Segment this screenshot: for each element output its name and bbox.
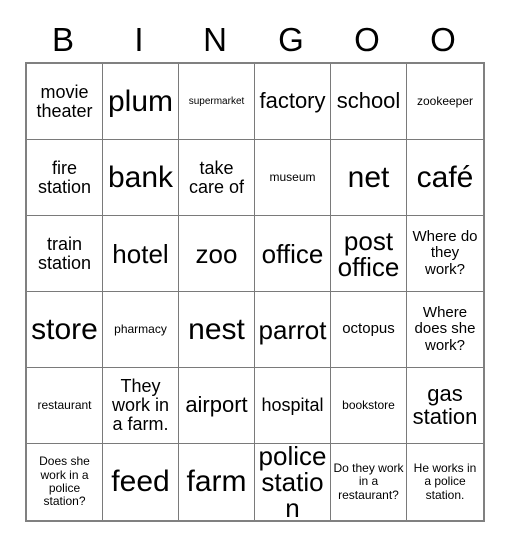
bingo-cell[interactable]: zoo [179,216,255,292]
bingo-cell[interactable]: nest [179,292,255,368]
bingo-cell[interactable]: airport [179,368,255,444]
bingo-cell-label: Where do they work? [412,228,478,278]
bingo-cell-label: post office [337,225,400,282]
bingo-cell[interactable]: Do they work in a restaurant? [331,444,407,520]
bingo-cell-label: café [416,160,474,194]
bingo-cell-label: zoo [195,238,238,269]
bingo-cell-label: train station [37,233,92,273]
bingo-cell-label: Where does she work? [414,304,476,354]
bingo-cell[interactable]: net [331,140,407,216]
bingo-cell-label: plum [107,84,174,118]
bingo-cell-label: bank [107,160,174,194]
bingo-header-letter: N [203,21,227,58]
bingo-cell-label: fire station [37,157,92,197]
bingo-header-letter: I [134,21,144,58]
bingo-cell-label: net [347,160,390,194]
bingo-cell[interactable]: octopus [331,292,407,368]
bingo-cell-label: bookstore [342,397,395,412]
bingo-cell[interactable]: Does she work in a police station? [27,444,103,520]
bingo-cell[interactable]: museum [255,140,331,216]
bingo-cell-label: hotel [112,238,169,269]
bingo-cell-label: factory [259,88,326,114]
bingo-cell[interactable]: Where do they work? [407,216,483,292]
bingo-cell[interactable]: store [27,292,103,368]
bingo-cell[interactable]: pharmacy [103,292,179,368]
bingo-cell-label: school [336,88,401,114]
bingo-cell-label: octopus [342,320,395,338]
bingo-cell-label: airport [185,392,248,418]
bingo-cell[interactable]: restaurant [27,368,103,444]
bingo-cell[interactable]: Where does she work? [407,292,483,368]
bingo-cell-label: hospital [261,395,324,416]
bingo-cell[interactable]: office [255,216,331,292]
bingo-cell-label: Does she work in a police station? [39,454,90,509]
bingo-cell[interactable]: They work in a farm. [103,368,179,444]
bingo-cell-label: restaurant [37,397,92,412]
bingo-cell-label: police station [258,444,327,520]
bingo-cell[interactable]: café [407,140,483,216]
bingo-cell-label: gas station [412,381,478,429]
bingo-header-letter: O [430,21,456,58]
bingo-header-letter: B [51,21,74,58]
bingo-cell-label: parrot [258,314,327,345]
bingo-cell-label: pharmacy [114,321,167,336]
bingo-cell-label: farm [186,465,247,498]
bingo-cell[interactable]: police station [255,444,331,520]
bingo-cell-label: nest [188,312,245,346]
bingo-cell[interactable]: school [331,64,407,140]
bingo-grid: movie theater plum supermarket factory schoo… [25,62,485,522]
bingo-cell[interactable]: plum [103,64,179,140]
bingo-cell[interactable]: feed [103,444,179,520]
bingo-cell[interactable]: movie theater [27,64,103,140]
bingo-cell-label: They work in a farm. [111,376,169,434]
bingo-cell[interactable]: He works in a police station. [407,444,483,520]
bingo-card: B I N G O O movie theater plum supermarket facto… [0,0,506,544]
bingo-cell-label: movie theater [36,81,93,121]
bingo-cell[interactable]: fire station [27,140,103,216]
bingo-cell-label: store [31,312,98,346]
bingo-cell-label: office [261,238,324,269]
bingo-cell-label: museum [269,169,316,184]
bingo-cell[interactable]: hotel [103,216,179,292]
bingo-cell-label: supermarket [188,95,245,107]
bingo-cell[interactable]: bank [103,140,179,216]
bingo-cell-label: He works in a police station. [413,460,477,502]
bingo-cell[interactable]: post office [331,216,407,292]
bingo-header-letter: O [354,21,380,58]
bingo-cell[interactable]: bookstore [331,368,407,444]
bingo-cell[interactable]: factory [255,64,331,140]
bingo-cell[interactable]: supermarket [179,64,255,140]
bingo-cell[interactable]: farm [179,444,255,520]
bingo-cell[interactable]: hospital [255,368,331,444]
bingo-cell[interactable]: zookeeper [407,64,483,140]
bingo-cell[interactable]: take care of [179,140,255,216]
bingo-cell-label: take care of [188,157,245,197]
bingo-cell-label: feed [111,465,170,498]
bingo-cell-label: zookeeper [416,93,474,108]
bingo-cell[interactable]: gas station [407,368,483,444]
bingo-header-letter: G [278,21,304,58]
bingo-cell-label: Do they work in a restaurant? [333,460,404,502]
bingo-cell[interactable]: parrot [255,292,331,368]
bingo-header-row: BINGOO [25,18,481,62]
bingo-cell[interactable]: train station [27,216,103,292]
